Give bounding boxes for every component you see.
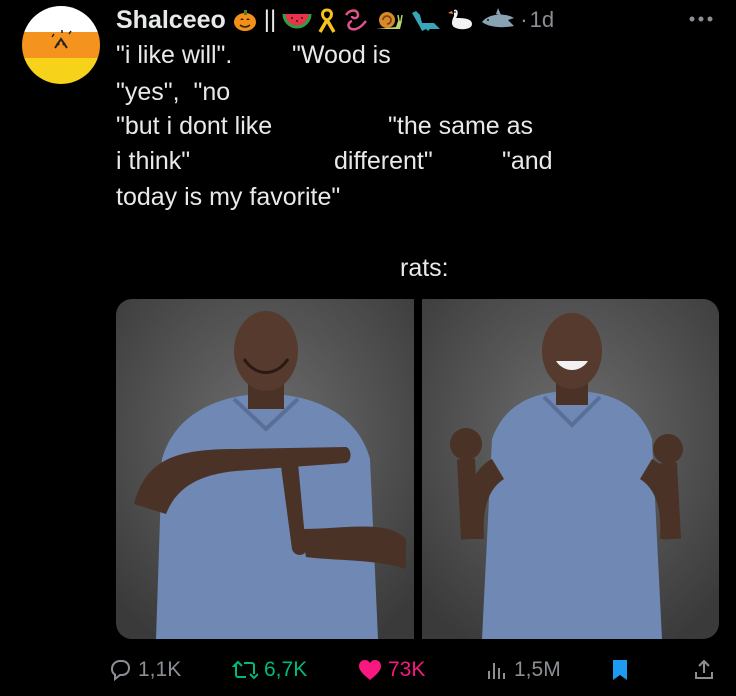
action-bar: 1,1K 6,7K 73K 1,5M [108,650,728,690]
more-icon[interactable] [684,9,718,34]
heart-icon [358,659,382,681]
media-caption: rats: [400,254,449,282]
bookmark-button[interactable] [610,650,630,690]
name-emojis: || [232,6,516,34]
snail-icon [374,7,404,33]
timestamp[interactable]: 1d [530,7,554,33]
tweet-text-line2: "yes", "no [116,78,231,106]
ribbon-icon [316,6,338,34]
shaq-refuse-photo[interactable] [116,299,414,639]
watermelon-icon [282,8,312,32]
dinosaur-icon [408,7,442,33]
tweet-text-line4a: i think" [116,147,191,175]
tweet-text-line3b: "the same as [388,112,534,140]
avatar[interactable] [22,6,100,84]
tweet-text-line1a: "i like will". [116,41,233,69]
pumpkin-icon [232,7,258,33]
tweet-text-line5: today is my favorite" [116,183,341,211]
display-name[interactable]: Shalceeo [116,6,226,35]
share-icon [692,658,716,682]
post-header: Shalceeo || · 1d [116,4,554,36]
media-grid [116,299,719,639]
tweet-text-line3a: "but i dont like [116,112,273,140]
repost-count: 6,7K [264,658,308,681]
timestamp-dot: · [520,7,528,32]
name-separator: || [263,6,277,33]
bookmark-icon [610,658,630,682]
tweet-text-line1b: "Wood is [292,41,391,69]
reply-button[interactable]: 1,1K [108,650,181,690]
tweet-text-line4c: "and [502,147,553,175]
shaq-excited-photo[interactable] [421,299,719,639]
like-count: 73K [388,658,426,681]
goose-icon [446,6,476,34]
curl-icon [342,7,370,33]
shark-icon [480,6,516,34]
views-icon [486,659,508,681]
reply-count: 1,1K [138,658,182,681]
views-count: 1,5M [514,658,561,681]
tweet-text-line4b: different" [334,147,433,175]
repost-icon [232,658,258,682]
share-button[interactable] [692,650,716,690]
reply-icon [108,658,132,682]
repost-button[interactable]: 6,7K [232,650,307,690]
views-button[interactable]: 1,5M [486,650,561,690]
like-button[interactable]: 73K [358,650,425,690]
